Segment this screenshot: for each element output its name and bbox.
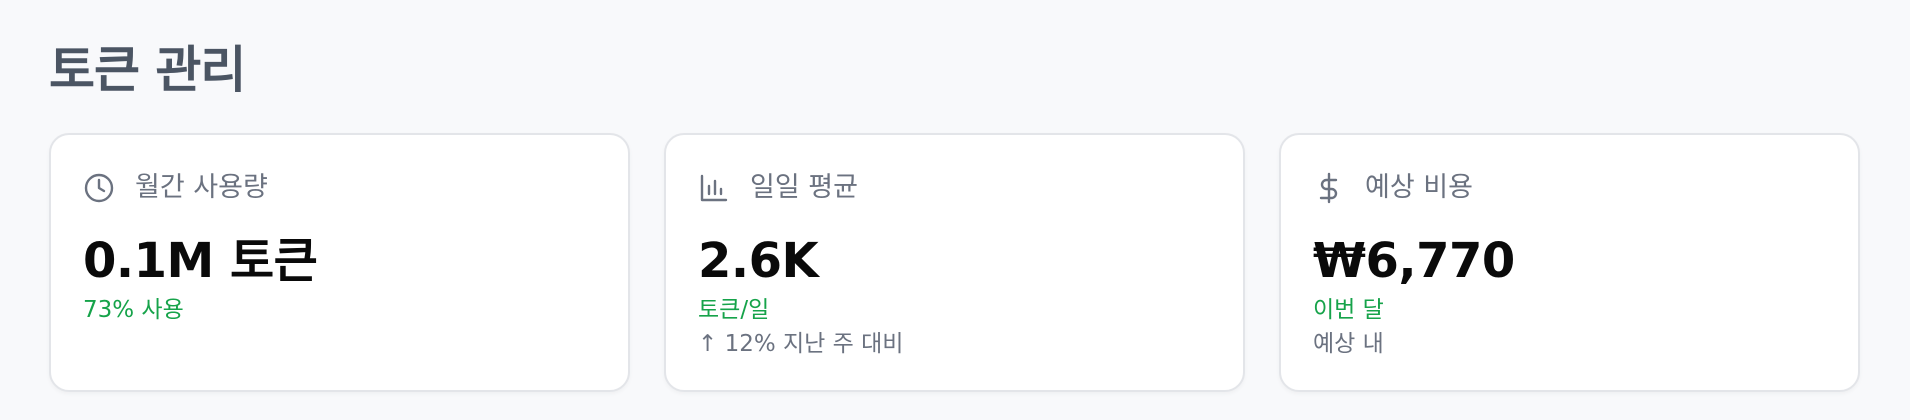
stats-cards: 월간 사용량 0.1M 토큰 73% 사용 일일 평균 2.6K 토큰/일 ↑ … (49, 133, 1860, 392)
daily-average-value: 2.6K (698, 233, 819, 289)
dollar-icon (1313, 172, 1345, 204)
weekly-change-note: ↑ 12% 지난 주 대비 (698, 331, 904, 357)
daily-average-card: 일일 평균 2.6K 토큰/일 ↑ 12% 지난 주 대비 (664, 133, 1245, 392)
bar-chart-icon (698, 172, 730, 204)
card-label: 예상 비용 (1365, 172, 1473, 203)
daily-average-unit: 토큰/일 (698, 297, 770, 323)
card-label: 월간 사용량 (135, 172, 268, 203)
monthly-usage-percent: 73% 사용 (83, 297, 184, 323)
monthly-usage-value: 0.1M 토큰 (83, 233, 318, 289)
monthly-usage-card: 월간 사용량 0.1M 토큰 73% 사용 (49, 133, 630, 392)
card-header: 월간 사용량 (83, 171, 268, 205)
card-header: 예상 비용 (1313, 171, 1473, 205)
token-management-page: 토큰 관리 월간 사용량 0.1M 토큰 73% 사용 일일 평균 2.6K 토… (0, 0, 1910, 420)
estimated-cost-note: 예상 내 (1313, 331, 1384, 357)
clock-icon (83, 172, 115, 204)
card-header: 일일 평균 (698, 171, 858, 205)
page-title: 토큰 관리 (49, 41, 246, 99)
estimated-cost-card: 예상 비용 ₩6,770 이번 달 예상 내 (1279, 133, 1860, 392)
estimated-cost-value: ₩6,770 (1313, 233, 1515, 289)
estimated-cost-period: 이번 달 (1313, 297, 1384, 323)
card-label: 일일 평균 (750, 172, 858, 203)
